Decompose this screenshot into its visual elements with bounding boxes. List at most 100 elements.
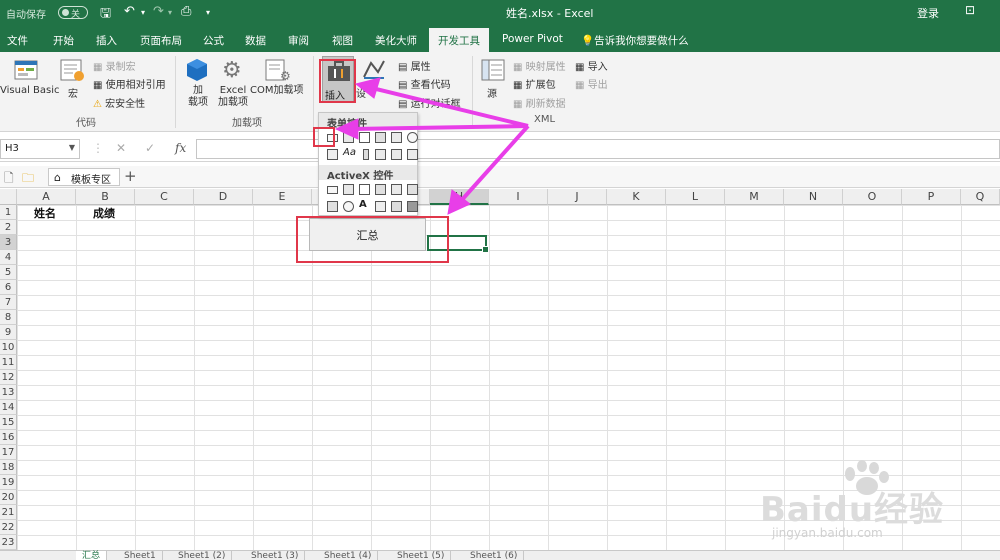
- column-header[interactable]: L: [666, 189, 725, 205]
- cell-a1[interactable]: 姓名: [34, 205, 56, 221]
- run-dialog-button[interactable]: ▤ 运行对话框: [398, 95, 461, 110]
- column-header[interactable]: Q: [961, 189, 1000, 205]
- sheet-tab-active[interactable]: 汇总: [76, 551, 108, 560]
- row-header[interactable]: 19: [0, 475, 17, 490]
- insert-function-icon[interactable]: fx: [175, 141, 186, 155]
- record-macro-button[interactable]: ▦ 录制宏: [93, 58, 136, 73]
- tell-me-box[interactable]: 💡告诉我你想要做什么: [581, 33, 689, 48]
- column-header[interactable]: J: [548, 189, 607, 205]
- visual-basic-button[interactable]: Visual Basic: [0, 85, 60, 96]
- activex-combo-icon[interactable]: [343, 184, 354, 195]
- enter-icon[interactable]: ✓: [145, 141, 155, 155]
- column-header[interactable]: D: [194, 189, 253, 205]
- column-header[interactable]: K: [607, 189, 666, 205]
- com-addin-button[interactable]: COM加载项: [250, 85, 303, 97]
- login-link[interactable]: 登录: [917, 5, 939, 21]
- tab-home[interactable]: 开始: [53, 33, 74, 48]
- activex-list-icon[interactable]: [375, 184, 386, 195]
- tab-view[interactable]: 视图: [332, 33, 353, 48]
- row-header[interactable]: 6: [0, 280, 17, 295]
- row-header[interactable]: 7: [0, 295, 17, 310]
- column-header[interactable]: I: [489, 189, 548, 205]
- column-header[interactable]: A: [17, 189, 76, 205]
- row-header[interactable]: 10: [0, 340, 17, 355]
- addin-button[interactable]: 加载项: [188, 85, 208, 109]
- row-header[interactable]: 23: [0, 535, 17, 550]
- tab-formulas[interactable]: 公式: [203, 33, 224, 48]
- label-icon[interactable]: Aa: [343, 147, 356, 158]
- scroll-bar-icon[interactable]: [363, 149, 369, 160]
- row-header[interactable]: 3: [0, 235, 17, 250]
- row-header[interactable]: 5: [0, 265, 17, 280]
- row-header[interactable]: 9: [0, 325, 17, 340]
- combo-box-icon[interactable]: [343, 132, 354, 143]
- tab-beautify[interactable]: 美化大师: [375, 33, 417, 48]
- view-code-button[interactable]: ▤ 查看代码: [398, 76, 451, 91]
- redo-icon[interactable]: ↷: [153, 4, 164, 19]
- properties-button[interactable]: ▤ 属性: [398, 58, 431, 73]
- activex-button-icon[interactable]: [327, 186, 338, 194]
- activex-spin-icon[interactable]: [327, 201, 338, 212]
- column-header[interactable]: B: [76, 189, 135, 205]
- xml-source-button[interactable]: 源: [487, 85, 497, 100]
- sheet-tab[interactable]: Sheet1 (3): [245, 551, 306, 560]
- tab-page-layout[interactable]: 页面布局: [140, 33, 182, 48]
- sheet-tab[interactable]: Sheet1 (6): [464, 551, 525, 560]
- column-header[interactable]: H: [430, 189, 489, 205]
- list-box-icon[interactable]: [391, 132, 402, 143]
- row-header[interactable]: 20: [0, 490, 17, 505]
- macro-button[interactable]: 宏: [68, 85, 78, 100]
- combo-list-icon[interactable]: [391, 149, 402, 160]
- activex-toggle-icon[interactable]: [391, 201, 402, 212]
- save-icon[interactable]: 🖫: [100, 4, 111, 26]
- checkbox-icon[interactable]: [359, 132, 370, 143]
- activex-checkbox-icon[interactable]: [359, 184, 370, 195]
- activex-label-icon[interactable]: A: [359, 199, 367, 210]
- redo-dropdown-icon[interactable]: ▾: [168, 8, 172, 17]
- tab-insert[interactable]: 插入: [96, 33, 117, 48]
- name-box[interactable]: H3 ▼: [0, 139, 80, 159]
- row-header[interactable]: 16: [0, 430, 17, 445]
- expansion-pack-button[interactable]: ▦ 扩展包: [513, 76, 556, 91]
- column-header[interactable]: E: [253, 189, 312, 205]
- folder-icon[interactable]: 🗀: [22, 169, 34, 190]
- row-header[interactable]: 13: [0, 385, 17, 400]
- column-header[interactable]: O: [843, 189, 902, 205]
- customize-qat-icon[interactable]: ▾: [206, 8, 210, 17]
- tab-developer[interactable]: 开发工具: [429, 28, 489, 52]
- group-box-icon[interactable]: [327, 149, 338, 160]
- undo-dropdown-icon[interactable]: ▾: [141, 8, 145, 17]
- sheet-tab[interactable]: Sheet1 (5): [391, 551, 452, 560]
- select-all-corner[interactable]: [0, 189, 17, 205]
- chevron-down-icon[interactable]: ▼: [69, 143, 75, 152]
- tab-file[interactable]: 文件: [7, 33, 28, 48]
- undo-icon[interactable]: ↶: [124, 4, 135, 19]
- export-button[interactable]: ▦ 导出: [575, 76, 608, 91]
- tab-data[interactable]: 数据: [245, 33, 266, 48]
- row-header[interactable]: 17: [0, 445, 17, 460]
- column-header[interactable]: P: [902, 189, 961, 205]
- column-header[interactable]: M: [725, 189, 784, 205]
- tab-template-zone[interactable]: ⌂ 模板专区: [48, 168, 120, 186]
- activex-textbox-icon[interactable]: [391, 184, 402, 195]
- row-header[interactable]: 1: [0, 205, 17, 220]
- activex-scrollbar-icon[interactable]: [407, 184, 418, 195]
- cancel-icon[interactable]: ✕: [116, 141, 126, 155]
- tab-power-pivot[interactable]: Power Pivot: [502, 33, 563, 45]
- sheet-tab[interactable]: Sheet1 (4): [318, 551, 379, 560]
- row-header[interactable]: 4: [0, 250, 17, 265]
- new-file-icon[interactable]: 🗋: [4, 169, 14, 190]
- row-header[interactable]: 12: [0, 370, 17, 385]
- column-header[interactable]: N: [784, 189, 843, 205]
- activex-option-icon[interactable]: [343, 201, 354, 212]
- combo-dropdown-icon[interactable]: [407, 149, 418, 160]
- macro-security-button[interactable]: ⚠ 宏安全性: [93, 95, 145, 110]
- tab-review[interactable]: 审阅: [288, 33, 309, 48]
- design-mode-button[interactable]: 设: [356, 85, 366, 100]
- refresh-data-button[interactable]: ▦ 刷新数据: [513, 95, 566, 110]
- import-button[interactable]: ▦ 导入: [575, 58, 608, 73]
- print-preview-icon[interactable]: ⎙: [181, 4, 191, 19]
- relative-ref-button[interactable]: ▦ 使用相对引用: [93, 76, 166, 91]
- row-header[interactable]: 8: [0, 310, 17, 325]
- row-header[interactable]: 2: [0, 220, 17, 235]
